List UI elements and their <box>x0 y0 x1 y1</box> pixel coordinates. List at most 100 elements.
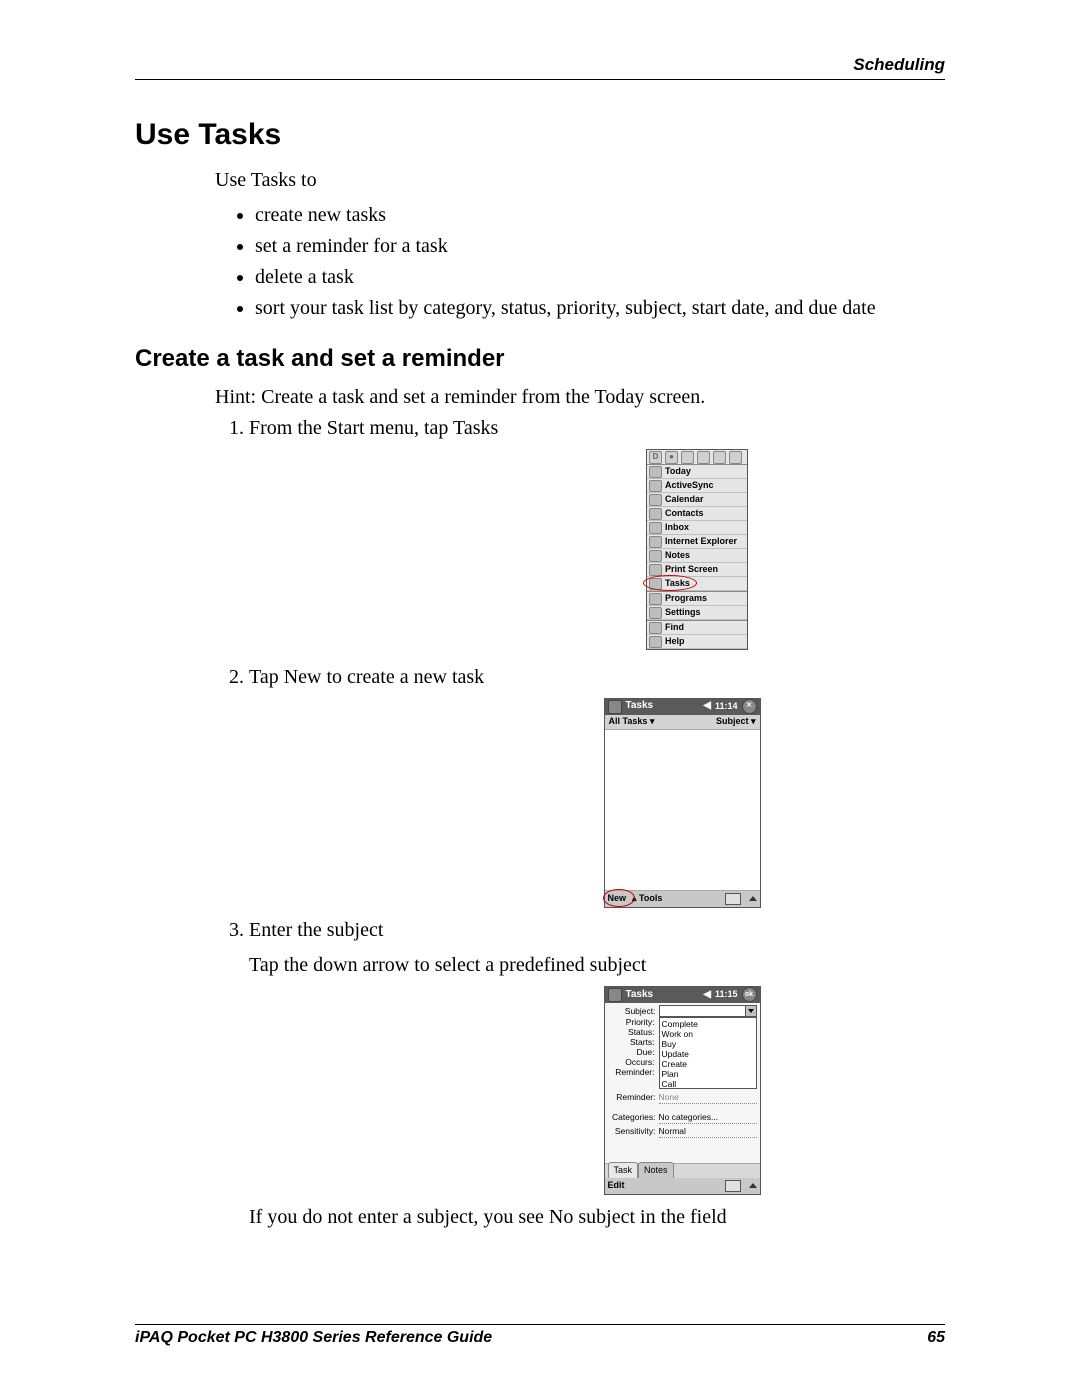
top-rule <box>135 79 945 80</box>
subject-dropdown: Complete Work on Buy Update Create Plan … <box>659 1017 757 1089</box>
help-icon <box>649 636 662 648</box>
dropdown-option[interactable]: Create <box>662 1059 754 1069</box>
bottom-rule <box>135 1324 945 1325</box>
chevron-down-icon[interactable] <box>745 1006 756 1016</box>
filter-all-tasks[interactable]: All Tasks ▾ <box>609 715 655 728</box>
start-menu-item[interactable]: Programs <box>647 591 747 606</box>
iconbar-icon <box>713 451 726 464</box>
sensitivity-value[interactable]: Normal <box>659 1125 757 1138</box>
start-menu-item[interactable]: Help <box>647 635 747 649</box>
app-title-text: Tasks <box>626 988 654 1003</box>
page-number: 65 <box>927 1329 945 1347</box>
start-menu-item[interactable]: Print Screen <box>647 563 747 577</box>
step-3: Enter the subject Tap the down arrow to … <box>249 916 945 1232</box>
printscreen-icon <box>649 564 662 576</box>
subject-input[interactable] <box>659 1005 757 1017</box>
task-form-screenshot: Tasks ◀ 11:15 ok Subject: <box>604 986 761 1195</box>
categories-value[interactable]: No categories... <box>659 1111 757 1124</box>
start-menu-item-tasks[interactable]: Tasks <box>647 577 747 591</box>
start-menu-item[interactable]: Notes <box>647 549 747 563</box>
new-button[interactable]: New <box>608 892 627 905</box>
figure-1-wrap: D ● Today ActiveSync Calendar Contacts I… <box>449 449 945 657</box>
inbox-icon <box>649 522 662 534</box>
intro-bullets: create new tasks set a reminder for a ta… <box>215 201 945 323</box>
subject-label: Subject: <box>608 1005 659 1017</box>
start-menu-item[interactable]: Calendar <box>647 493 747 507</box>
start-menu-item[interactable]: ActiveSync <box>647 479 747 493</box>
start-menu-label: Print Screen <box>665 563 718 576</box>
notes-icon <box>649 550 662 562</box>
start-menu-label: ActiveSync <box>665 479 714 492</box>
dropdown-option[interactable]: Plan <box>662 1069 754 1079</box>
programs-icon <box>649 593 662 605</box>
today-icon <box>649 466 662 478</box>
iconbar-icon <box>681 451 694 464</box>
categories-row: Categories: No categories... <box>608 1111 757 1124</box>
reminder-value[interactable]: None <box>659 1091 757 1104</box>
start-menu-label: Notes <box>665 549 690 562</box>
speaker-icon: ◀ <box>703 699 711 714</box>
tab-task[interactable]: Task <box>608 1162 639 1178</box>
keyboard-icon[interactable] <box>725 893 741 905</box>
tasks-icon <box>649 578 662 590</box>
dropdown-option[interactable]: Buy <box>662 1039 754 1049</box>
steps-list: From the Start menu, tap Tasks D ● Today <box>215 414 945 1232</box>
iconbar-icon: D <box>649 451 662 464</box>
start-menu-label: Programs <box>665 592 707 605</box>
form-blank-area <box>605 1143 760 1163</box>
edit-menu[interactable]: Edit <box>608 1179 625 1192</box>
tab-notes[interactable]: Notes <box>638 1162 674 1178</box>
bullet-item: create new tasks <box>255 201 945 230</box>
ok-button[interactable]: ok <box>742 987 757 1002</box>
start-menu-label: Inbox <box>665 521 689 534</box>
intro-block: Use Tasks to create new tasks set a remi… <box>215 166 945 323</box>
step-3-text: Enter the subject <box>249 919 383 941</box>
close-icon[interactable]: ✕ <box>742 699 757 714</box>
footer-title: iPAQ Pocket PC H3800 Series Reference Gu… <box>135 1329 492 1347</box>
dropdown-option[interactable]: Work on <box>662 1029 754 1039</box>
filter-bar: All Tasks ▾ Subject ▾ <box>605 715 760 730</box>
app-title-bar: Tasks ◀ 11:14 ✕ <box>605 699 760 715</box>
sensitivity-row: Sensitivity: Normal <box>608 1125 757 1138</box>
hint-text: Hint: Create a task and set a reminder f… <box>215 383 945 412</box>
bullet-item: sort your task list by category, status,… <box>255 294 945 323</box>
clock-text: 11:14 <box>715 700 738 713</box>
start-menu-item[interactable]: Today <box>647 465 747 479</box>
find-icon <box>649 622 662 634</box>
iconbar-icon <box>729 451 742 464</box>
tab-bar: Task Notes <box>605 1163 760 1178</box>
start-menu-item[interactable]: Internet Explorer <box>647 535 747 549</box>
start-menu-label: Calendar <box>665 493 704 506</box>
step-3-note: If you do not enter a subject, you see N… <box>249 1203 945 1232</box>
start-menu-item[interactable]: Contacts <box>647 507 747 521</box>
start-menu-item[interactable]: Settings <box>647 606 747 620</box>
up-arrow-icon[interactable] <box>749 1183 757 1188</box>
figure-2-wrap: Tasks ◀ 11:14 ✕ All Tasks ▾ Subject ▾ <box>419 698 945 910</box>
subject-row: Subject: <box>608 1005 757 1017</box>
start-menu-item[interactable]: Find <box>647 620 747 635</box>
app-title-text: Tasks <box>626 699 654 714</box>
filter-subject[interactable]: Subject ▾ <box>716 715 756 728</box>
dropdown-option[interactable]: Call <box>662 1079 754 1089</box>
dropdown-option[interactable]: Complete <box>662 1019 754 1029</box>
figure-3-wrap: Tasks ◀ 11:15 ok Subject: <box>419 986 945 1197</box>
tasks-empty-area <box>605 730 760 891</box>
intro-lead: Use Tasks to <box>215 166 945 195</box>
start-menu-label: Settings <box>665 606 701 619</box>
start-menu-iconbar: D ● <box>647 450 747 465</box>
up-arrow-icon[interactable] <box>749 896 757 901</box>
keyboard-icon[interactable] <box>725 1180 741 1192</box>
bullet-item: delete a task <box>255 263 945 292</box>
app-title-bar: Tasks ◀ 11:15 ok <box>605 987 760 1003</box>
reminder-label: Reminder: <box>608 1091 659 1103</box>
subsection-body: Hint: Create a task and set a reminder f… <box>215 383 945 1232</box>
calendar-icon <box>649 494 662 506</box>
windows-icon[interactable] <box>608 700 622 714</box>
start-menu-item[interactable]: Inbox <box>647 521 747 535</box>
dropdown-option[interactable]: Update <box>662 1049 754 1059</box>
task-form: Subject: Priority: Status: Starts: Due: … <box>605 1003 760 1143</box>
tools-menu[interactable]: ▴ Tools <box>632 892 662 905</box>
categories-label: Categories: <box>608 1111 659 1123</box>
start-menu-label: Tasks <box>665 577 690 590</box>
windows-icon[interactable] <box>608 988 622 1002</box>
